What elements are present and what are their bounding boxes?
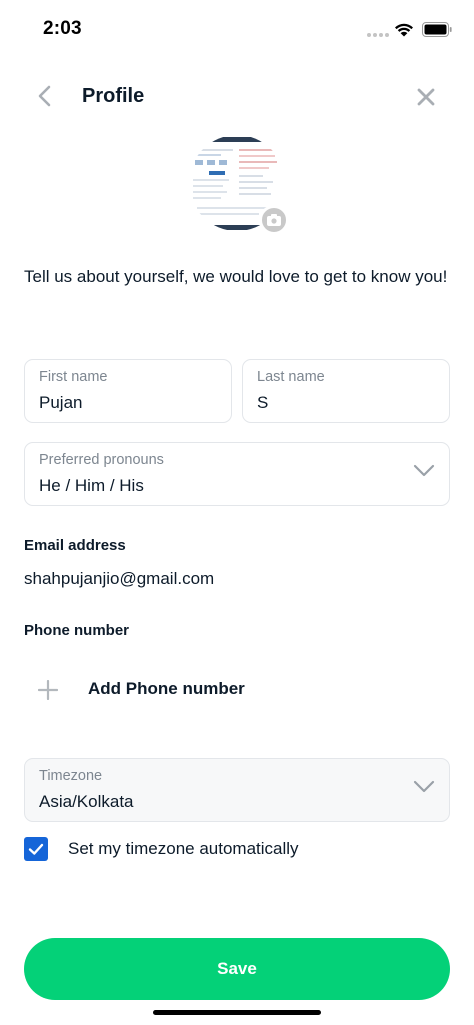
first-name-field[interactable]: First name Pujan [24, 359, 232, 423]
save-button[interactable]: Save [24, 938, 450, 1000]
camera-icon [267, 214, 281, 226]
add-phone-button[interactable]: Add Phone number [24, 670, 454, 710]
phone-label: Phone number [24, 622, 130, 639]
camera-button[interactable] [259, 205, 289, 235]
email-value: shahpujanjio@gmail.com [24, 569, 215, 588]
pronouns-value: He / Him / His [39, 476, 144, 495]
first-name-label: First name [39, 369, 108, 385]
email-label: Email address [24, 537, 126, 554]
battery-icon [422, 22, 452, 37]
home-indicator [153, 1010, 321, 1015]
nav-bar: Profile [0, 72, 474, 122]
first-name-value[interactable]: Pujan [39, 393, 82, 413]
timezone-select[interactable]: Timezone Asia/Kolkata [24, 758, 450, 822]
wifi-icon [395, 23, 413, 37]
close-icon[interactable] [413, 84, 439, 110]
chevron-down-icon [413, 780, 435, 793]
last-name-label: Last name [257, 369, 325, 385]
chevron-down-icon [413, 464, 435, 477]
status-time: 2:03 [43, 18, 82, 39]
timezone-value: Asia/Kolkata [39, 792, 134, 811]
status-bar: 2:03 [0, 0, 474, 60]
pronouns-select[interactable]: Preferred pronouns He / Him / His [24, 442, 450, 506]
add-phone-label: Add Phone number [88, 679, 245, 698]
checkmark-icon [28, 843, 44, 855]
intro-text: Tell us about yourself, we would love to… [24, 267, 448, 286]
timezone-label: Timezone [39, 768, 103, 784]
pronouns-label: Preferred pronouns [39, 452, 164, 468]
last-name-field[interactable]: Last name S [242, 359, 450, 423]
plus-icon [38, 680, 58, 700]
signal-icon [367, 33, 389, 37]
back-chevron-icon[interactable] [32, 82, 60, 110]
auto-timezone-row[interactable]: Set my timezone automatically [24, 835, 454, 863]
avatar-container[interactable] [189, 135, 289, 235]
auto-timezone-label: Set my timezone automatically [68, 839, 299, 858]
last-name-value[interactable]: S [257, 393, 268, 413]
page-title: Profile [82, 85, 145, 107]
auto-timezone-checkbox[interactable] [24, 837, 48, 861]
